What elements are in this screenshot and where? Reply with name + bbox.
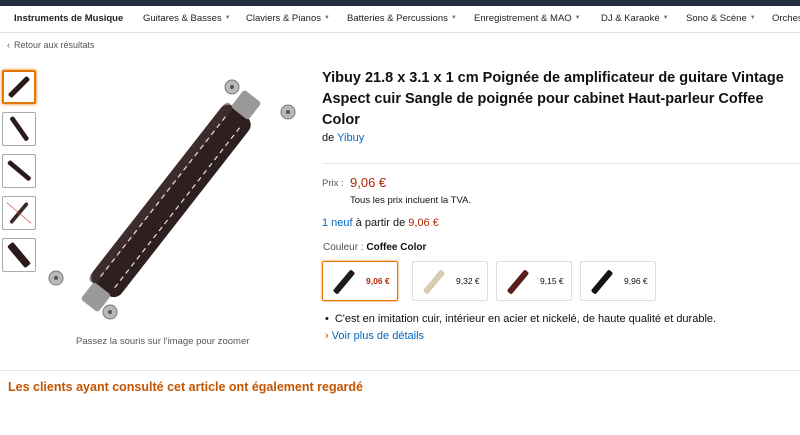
brand-link[interactable]: Yibuy	[337, 132, 364, 144]
color-swatch-2[interactable]: 9,32 €	[412, 261, 488, 301]
brand-line: de Yibuy	[322, 132, 364, 144]
related-products-heading: Les clients ayant consulté cet article o…	[8, 380, 363, 394]
nav-item-instruments[interactable]: Instruments de Musique	[14, 13, 123, 24]
chevron-down-icon: ▼	[224, 15, 231, 21]
offers-line: 1 neuf à partir de 9,06 €	[322, 217, 439, 229]
brand-prefix: de	[322, 132, 335, 144]
chevron-down-icon: ▼	[323, 15, 330, 21]
handle-swatch-image	[423, 270, 445, 294]
chevron-down-icon: ▼	[574, 15, 581, 21]
nav-item-dj[interactable]: DJ & Karaoké ▼	[601, 13, 669, 24]
nav-item-batteries[interactable]: Batteries & Percussions ▼	[347, 13, 457, 24]
amp-handle-image	[48, 79, 296, 320]
color-swatch-3[interactable]: 9,15 €	[496, 261, 572, 301]
section-divider	[0, 370, 800, 371]
swatch-price: 9,32 €	[456, 276, 480, 286]
bullet-icon: •	[325, 313, 329, 325]
offers-middle-text: à partir de	[355, 217, 406, 229]
feature-bullet: • C'est en imitation cuir, intérieur en a…	[325, 313, 716, 325]
color-value: Coffee Color	[366, 242, 427, 253]
nav-item-sono[interactable]: Sono & Scène ▼	[686, 13, 756, 24]
chevron-right-icon: ›	[325, 330, 329, 342]
thumbnail-1[interactable]	[2, 70, 36, 104]
zoom-hint: Passez la souris sur l'image pour zoomer	[76, 336, 250, 347]
handle-thumbnail-image	[10, 116, 29, 141]
price-value: 9,06 €	[350, 175, 387, 190]
handle-thumbnail-image	[6, 202, 32, 224]
nav-item-claviers[interactable]: Claviers & Pianos ▼	[246, 13, 330, 24]
chevron-left-icon: ‹	[7, 40, 10, 50]
thumbnail-5[interactable]	[2, 238, 36, 272]
chevron-down-icon: ▼	[749, 15, 756, 21]
color-selection-label: Couleur : Coffee Color	[323, 242, 426, 253]
handle-swatch-image	[507, 270, 529, 294]
divider	[322, 163, 800, 164]
swatch-price: 9,15 €	[540, 276, 564, 286]
chevron-down-icon: ▼	[662, 15, 669, 21]
nav-item-orchestre[interactable]: Orches	[772, 13, 800, 24]
thumbnail-2[interactable]	[2, 112, 36, 146]
swatch-price: 9,06 €	[366, 276, 390, 286]
price-label: Prix :	[322, 178, 344, 189]
back-to-results-link[interactable]: ‹ Retour aux résultats	[7, 40, 95, 50]
more-details-label: Voir plus de détails	[331, 330, 425, 342]
swatch-price: 9,96 €	[624, 276, 648, 286]
handle-thumbnail-image	[7, 160, 31, 181]
handle-thumbnail-image	[8, 76, 30, 98]
color-swatch-1[interactable]: 9,06 €	[322, 261, 398, 301]
vat-note: Tous les prix incluent la TVA.	[350, 195, 472, 206]
product-main-image[interactable]	[36, 72, 306, 330]
more-details-link[interactable]: › Voir plus de détails	[325, 330, 424, 342]
offers-price: 9,06 €	[408, 217, 439, 229]
nav-item-enregistrement[interactable]: Enregistrement & MAO ▼	[474, 13, 581, 24]
handle-thumbnail-image	[7, 242, 31, 268]
category-nav: Instruments de Musique Guitares & Basses…	[0, 6, 800, 33]
product-title: Yibuy 21.8 x 3.1 x 1 cm Poignée de ampli…	[322, 70, 784, 128]
color-label: Couleur :	[323, 242, 364, 253]
chevron-down-icon: ▼	[450, 15, 457, 21]
nav-item-guitares[interactable]: Guitares & Basses ▼	[143, 13, 231, 24]
handle-swatch-image	[591, 270, 613, 294]
handle-swatch-image	[333, 270, 355, 294]
back-link-label: Retour aux résultats	[14, 40, 95, 50]
color-swatch-4[interactable]: 9,96 €	[580, 261, 656, 301]
feature-bullet-text: C'est en imitation cuir, intérieur en ac…	[334, 313, 717, 325]
new-offers-link[interactable]: 1 neuf	[322, 217, 353, 229]
thumbnail-4[interactable]	[2, 196, 36, 230]
thumbnail-3[interactable]	[2, 154, 36, 188]
